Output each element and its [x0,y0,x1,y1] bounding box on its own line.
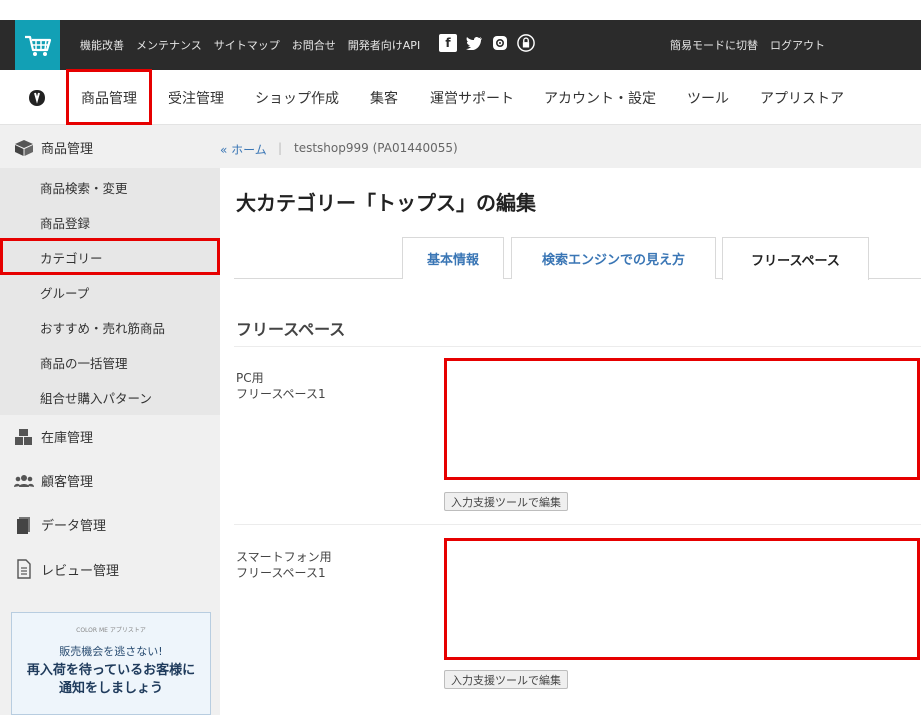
nav-marketing[interactable]: 集客 [370,88,398,108]
sidebar-item-group[interactable]: グループ [40,283,89,302]
right-links: 簡易モードに切替 ログアウト [670,37,825,53]
sidebar-review[interactable]: レビュー管理 [14,559,119,579]
top-bar: 機能改善 メンテナンス サイトマップ お問合せ 開発者向けAPI f 簡易モード… [0,20,921,72]
sidebar-product-submenu: 商品検索・変更 商品登録 カテゴリー グループ おすすめ・売れ筋商品 商品の一括… [0,168,220,415]
promo-brand: COLOR ME アプリストア [76,627,146,634]
sidebar-review-label: レビュー管理 [41,563,120,579]
blog-icon[interactable] [491,34,509,52]
box-icon [15,139,33,156]
sidebar-item-product-search[interactable]: 商品検索・変更 [40,178,128,197]
sidebar-customer[interactable]: 顧客管理 [14,471,93,490]
simple-mode-link[interactable]: 簡易モードに切替 [670,37,758,53]
pc-label-line1: PC用 [236,371,264,385]
breadcrumb-separator: | [278,141,283,155]
breadcrumb: « ホーム | testshop999 (PA01440055) [220,125,921,168]
nav-account-settings[interactable]: アカウント・設定 [544,88,656,108]
top-link-developer-api[interactable]: 開発者向けAPI [348,37,420,53]
home-logo-button[interactable] [15,20,60,72]
top-link-maintenance[interactable]: メンテナンス [136,37,202,53]
sidebar-customer-label: 顧客管理 [41,475,94,490]
nav-shop-builder[interactable]: ショップ作成 [255,88,339,108]
field-divider [234,524,921,525]
sidebar-inventory-label: 在庫管理 [41,431,94,446]
top-links: 機能改善 メンテナンス サイトマップ お問合せ 開発者向けAPI [80,37,420,53]
top-link-contact[interactable]: お問合せ [292,37,336,53]
pc-free-space-label: PC用 フリースペース1 [236,370,326,402]
sidebar-inventory[interactable]: 在庫管理 [14,427,93,446]
promo-banner[interactable]: COLOR ME アプリストア 販売機会を逃さない! 再入荷を待っているお客様に… [11,612,211,715]
cart-icon [24,35,51,56]
sidebar-data-label: データ管理 [41,519,107,534]
brand-icon [29,90,45,106]
tab-search-engine[interactable]: 検索エンジンでの見え方 [511,237,716,279]
sidebar: 商品管理 商品検索・変更 商品登録 カテゴリー グループ おすすめ・売れ筋商品 … [0,125,220,715]
nav-app-store[interactable]: アプリストア [760,88,844,108]
nav-tools[interactable]: ツール [687,88,729,108]
document-stack-icon [17,516,30,534]
social-icons: f [439,34,535,52]
page-title: 大カテゴリー「トップス」の編集 [236,191,536,215]
section-divider [234,346,921,347]
highlight-sidebar-category [0,238,220,275]
sidebar-item-product-register[interactable]: 商品登録 [40,213,90,232]
sp-label-line2: フリースペース1 [236,566,326,580]
logout-link[interactable]: ログアウト [770,37,825,53]
pc-free-space-textarea[interactable] [444,358,920,480]
document-icon [17,559,31,579]
lock-icon[interactable] [517,34,535,52]
boxes-icon [15,428,32,445]
sidebar-item-recommended[interactable]: おすすめ・売れ筋商品 [40,318,165,337]
nav-support[interactable]: 運営サポート [430,88,514,108]
nav-orders[interactable]: 受注管理 [168,88,224,108]
top-link-sitemap[interactable]: サイトマップ [214,37,280,53]
section-title: フリースペース [236,320,346,339]
breadcrumb-shop: testshop999 (PA01440055) [294,141,458,155]
sidebar-data[interactable]: データ管理 [14,515,106,534]
sidebar-item-combination[interactable]: 組合せ購入パターン [40,388,152,407]
pc-label-line2: フリースペース1 [236,387,326,401]
highlight-nav-product [66,69,152,125]
sidebar-product[interactable]: 商品管理 [14,138,93,157]
sp-label-line1: スマートフォン用 [236,550,332,564]
promo-line3: 通知をしましょう [58,681,163,696]
users-icon [14,474,34,487]
promo-line2: 再入荷を待っているお客様に [26,663,196,678]
pc-input-assist-button[interactable]: 入力支援ツールで編集 [444,492,568,511]
sidebar-item-bulk-manage[interactable]: 商品の一括管理 [40,353,128,372]
sp-input-assist-button[interactable]: 入力支援ツールで編集 [444,670,568,689]
sp-free-space-textarea[interactable] [444,538,920,660]
sp-free-space-label: スマートフォン用 フリースペース1 [236,549,332,581]
tab-free-space[interactable]: フリースペース [722,237,869,280]
twitter-icon[interactable] [465,34,483,52]
breadcrumb-home[interactable]: « ホーム [220,141,267,158]
sidebar-product-label: 商品管理 [41,142,94,157]
promo-line1: 販売機会を逃さない! [59,645,163,658]
facebook-icon[interactable]: f [439,34,457,52]
tab-basic-info[interactable]: 基本情報 [402,237,504,279]
top-link-improvement[interactable]: 機能改善 [80,37,124,53]
